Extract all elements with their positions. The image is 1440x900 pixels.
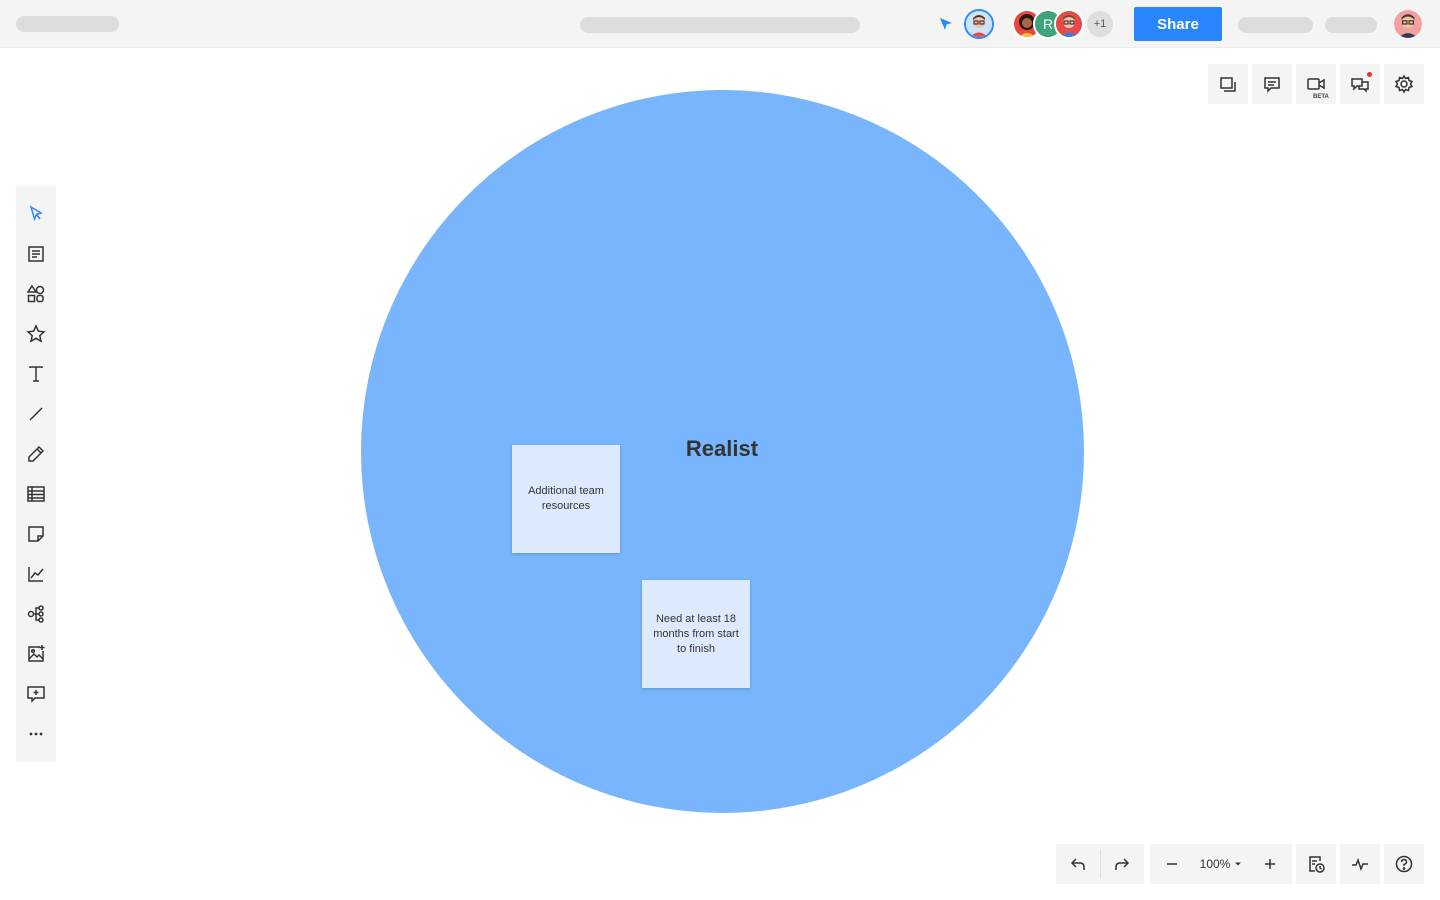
- zoom-level: 100%: [1199, 857, 1231, 871]
- settings-button[interactable]: [1384, 64, 1424, 104]
- top-bar: R +1 Share: [0, 0, 1440, 48]
- beta-badge: BETA: [1313, 94, 1329, 100]
- redo-icon: [1115, 858, 1130, 870]
- mindmap-icon: [27, 605, 44, 623]
- pen-icon: [28, 445, 45, 462]
- share-button[interactable]: Share: [1134, 7, 1222, 41]
- shapes-tool[interactable]: [16, 274, 56, 314]
- document-tool[interactable]: [16, 234, 56, 274]
- undo-icon: [1070, 858, 1085, 870]
- add-comment-icon: [27, 686, 45, 703]
- activity-button[interactable]: [1340, 844, 1380, 884]
- image-icon: [28, 645, 45, 662]
- revision-history-button[interactable]: [1296, 844, 1336, 884]
- left-toolbar: [16, 186, 56, 762]
- sticky-note-tool[interactable]: [16, 514, 56, 554]
- shapes-icon: [26, 284, 45, 303]
- select-icon: [29, 205, 43, 222]
- plus-icon: [1265, 859, 1275, 869]
- help[interactable]: [1384, 844, 1424, 884]
- revision-history-icon: [1309, 856, 1325, 873]
- zoom-in-button[interactable]: [1248, 844, 1292, 884]
- history-controls: [1056, 844, 1144, 884]
- document-title-placeholder[interactable]: [16, 16, 119, 32]
- caret-down-icon: [1235, 862, 1242, 866]
- minus-icon: [1167, 863, 1177, 865]
- board-name-placeholder[interactable]: [580, 17, 860, 33]
- mindmap-tool[interactable]: [16, 594, 56, 634]
- circle-title[interactable]: Realist: [622, 436, 822, 462]
- user-avatar[interactable]: [1392, 8, 1424, 40]
- toolbar-placeholder-1[interactable]: [1238, 17, 1313, 33]
- revision-history[interactable]: [1296, 844, 1336, 884]
- video-call-button[interactable]: BETA: [1296, 64, 1336, 104]
- line-icon: [29, 407, 43, 421]
- toolbar-placeholder-2[interactable]: [1325, 17, 1377, 33]
- table-icon: [27, 486, 45, 502]
- zoom-out-button[interactable]: [1150, 844, 1194, 884]
- star-icon: [26, 324, 46, 343]
- notification-dot: [1367, 72, 1372, 77]
- text-icon: [29, 366, 43, 382]
- chart-tool[interactable]: [16, 554, 56, 594]
- gear-icon: [1394, 74, 1414, 94]
- redo-button[interactable]: [1100, 844, 1144, 884]
- undo-button[interactable]: [1056, 844, 1100, 884]
- image-tool[interactable]: [16, 634, 56, 674]
- comment-icon: [1264, 77, 1280, 93]
- more-icon: [29, 732, 43, 736]
- select-tool[interactable]: [16, 194, 56, 234]
- activity[interactable]: [1340, 844, 1380, 884]
- chart-icon: [28, 567, 44, 582]
- add-comment-tool[interactable]: [16, 674, 56, 714]
- more-tools[interactable]: [16, 714, 56, 754]
- more-collaborators-badge[interactable]: +1: [1085, 9, 1115, 39]
- activity-icon: [1352, 857, 1368, 872]
- zoom-controls: 100%: [1150, 844, 1292, 884]
- table-tool[interactable]: [16, 474, 56, 514]
- line-tool[interactable]: [16, 394, 56, 434]
- help-button[interactable]: [1384, 844, 1424, 884]
- avatar-collaborator-2[interactable]: [1054, 9, 1084, 39]
- avatar-self[interactable]: [964, 9, 994, 39]
- text-tool[interactable]: [16, 354, 56, 394]
- video-icon: [1307, 78, 1325, 90]
- comments-button[interactable]: [1252, 64, 1292, 104]
- sticky-note[interactable]: Need at least 18 months from start to fi…: [642, 580, 750, 688]
- star-tool[interactable]: [16, 314, 56, 354]
- layers-icon: [1220, 77, 1236, 92]
- presenter-cursor-icon[interactable]: [938, 16, 954, 32]
- sticky-note[interactable]: Additional team resources: [512, 445, 620, 553]
- document-icon: [28, 246, 44, 262]
- layers-button[interactable]: [1208, 64, 1248, 104]
- pen-tool[interactable]: [16, 434, 56, 474]
- help-icon: [1395, 855, 1413, 873]
- zoom-dropdown[interactable]: 100%: [1194, 857, 1248, 871]
- chat-icon: [1351, 78, 1369, 93]
- chat-button[interactable]: [1340, 64, 1380, 104]
- sticky-note-icon: [28, 526, 44, 542]
